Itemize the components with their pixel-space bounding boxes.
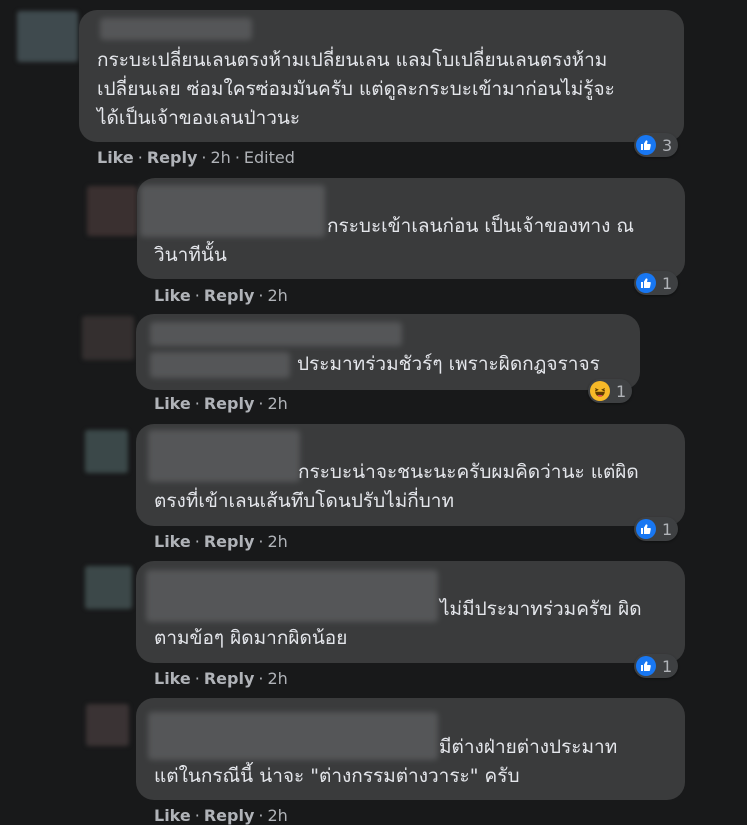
comment-text: มีต่างฝ่ายต่างประมาท แต่ในกรณีนี้ น่าจะ … xyxy=(154,733,617,791)
author-name[interactable] xyxy=(150,322,402,346)
like-button[interactable]: Like xyxy=(154,806,191,825)
reaction-number: 1 xyxy=(662,273,673,293)
thumbs-up-icon xyxy=(636,519,656,539)
reply-button[interactable]: Reply xyxy=(204,669,255,688)
comment-actions: Like · Reply · 2h · Edited xyxy=(97,148,295,167)
comment-line: กระบะน่าจะชนะนะครับผมคิดว่านะ แต่ผิด xyxy=(298,461,639,483)
like-button[interactable]: Like xyxy=(154,532,191,551)
comment-line: กระบะเข้าเลนก่อน เป็นเจ้าของทาง ณ xyxy=(327,215,635,237)
comment-actions: Like · Reply · 2h xyxy=(154,394,288,413)
comment-text: กระบะเข้าเลนก่อน เป็นเจ้าของทาง ณ วินาที… xyxy=(154,212,634,270)
comment-line: ประมาทร่วมชัวร์ๆ เพราะผิดกฎจราจร xyxy=(297,353,600,375)
timestamp[interactable]: 2h xyxy=(267,394,287,413)
thumbs-up-icon xyxy=(636,135,656,155)
reaction-count[interactable]: 3 xyxy=(634,133,679,157)
like-button[interactable]: Like xyxy=(154,286,191,305)
reply-button[interactable]: Reply xyxy=(204,532,255,551)
reaction-count[interactable]: 1 xyxy=(634,654,679,678)
avatar[interactable] xyxy=(82,316,134,360)
comment-text: กระบะเปลี่ยนเลนตรงห้ามเปลี่ยนเลน แลมโบเป… xyxy=(97,46,615,133)
avatar[interactable] xyxy=(85,430,128,473)
timestamp[interactable]: 2h xyxy=(267,286,287,305)
comment-line: เปลี่ยนเลย ซ่อมใครซ่อมมันครับ แต่ดูละกระ… xyxy=(97,78,615,100)
comment-text: ไม่มีประมาทร่วมครัข ผิด ตามข้อๆ ผิดมากผิ… xyxy=(154,595,642,653)
comment-line: วินาทีนั้น xyxy=(154,244,227,266)
timestamp[interactable]: 2h xyxy=(267,532,287,551)
comment-line: แต่ในกรณีนี้ น่าจะ "ต่างกรรมต่างวาระ" คร… xyxy=(154,765,520,787)
timestamp[interactable]: 2h xyxy=(267,806,287,825)
like-button[interactable]: Like xyxy=(154,394,191,413)
avatar[interactable] xyxy=(17,11,78,62)
reaction-count[interactable]: 1 xyxy=(634,271,679,295)
comment-line: ได้เป็นเจ้าของเลนป่าวนะ xyxy=(97,107,301,129)
thumbs-up-icon xyxy=(636,273,656,293)
avatar[interactable] xyxy=(85,566,132,609)
comment-line: มีต่างฝ่ายต่างประมาท xyxy=(439,736,618,758)
reply-button[interactable]: Reply xyxy=(204,806,255,825)
like-button[interactable]: Like xyxy=(154,669,191,688)
comment-text: ประมาทร่วมชัวร์ๆ เพราะผิดกฎจราจร xyxy=(297,350,600,379)
like-button[interactable]: Like xyxy=(97,148,134,167)
reaction-number: 1 xyxy=(662,656,673,676)
comment-actions: Like · Reply · 2h xyxy=(154,532,288,551)
reply-button[interactable]: Reply xyxy=(204,394,255,413)
comment-line: ไม่มีประมาทร่วมครัข ผิด xyxy=(440,598,642,620)
reply-button[interactable]: Reply xyxy=(204,286,255,305)
reaction-number: 1 xyxy=(662,519,673,539)
reaction-number: 1 xyxy=(616,381,627,401)
author-name[interactable] xyxy=(100,18,252,40)
avatar[interactable] xyxy=(87,186,137,236)
edited-label: Edited xyxy=(243,148,295,167)
reaction-count[interactable]: 1 xyxy=(588,379,633,403)
comment-actions: Like · Reply · 2h xyxy=(154,286,288,305)
comment-text: กระบะน่าจะชนะนะครับผมคิดว่านะ แต่ผิด ตรง… xyxy=(154,458,639,516)
author-name-blur xyxy=(150,352,290,378)
haha-emoji-icon xyxy=(590,381,610,401)
avatar[interactable] xyxy=(86,704,129,746)
reaction-number: 3 xyxy=(662,135,673,155)
comment-line: ตรงที่เข้าเลนเส้นทึบโดนปรับไม่กี่บาท xyxy=(154,490,454,512)
thumbs-up-icon xyxy=(636,656,656,676)
reply-button[interactable]: Reply xyxy=(147,148,198,167)
timestamp[interactable]: 2h xyxy=(210,148,230,167)
comment-actions: Like · Reply · 2h xyxy=(154,806,288,825)
comment-actions: Like · Reply · 2h xyxy=(154,669,288,688)
timestamp[interactable]: 2h xyxy=(267,669,287,688)
reaction-count[interactable]: 1 xyxy=(634,517,679,541)
comment-line: กระบะเปลี่ยนเลนตรงห้ามเปลี่ยนเลน แลมโบเป… xyxy=(97,49,608,71)
comment-line: ตามข้อๆ ผิดมากผิดน้อย xyxy=(154,627,348,649)
